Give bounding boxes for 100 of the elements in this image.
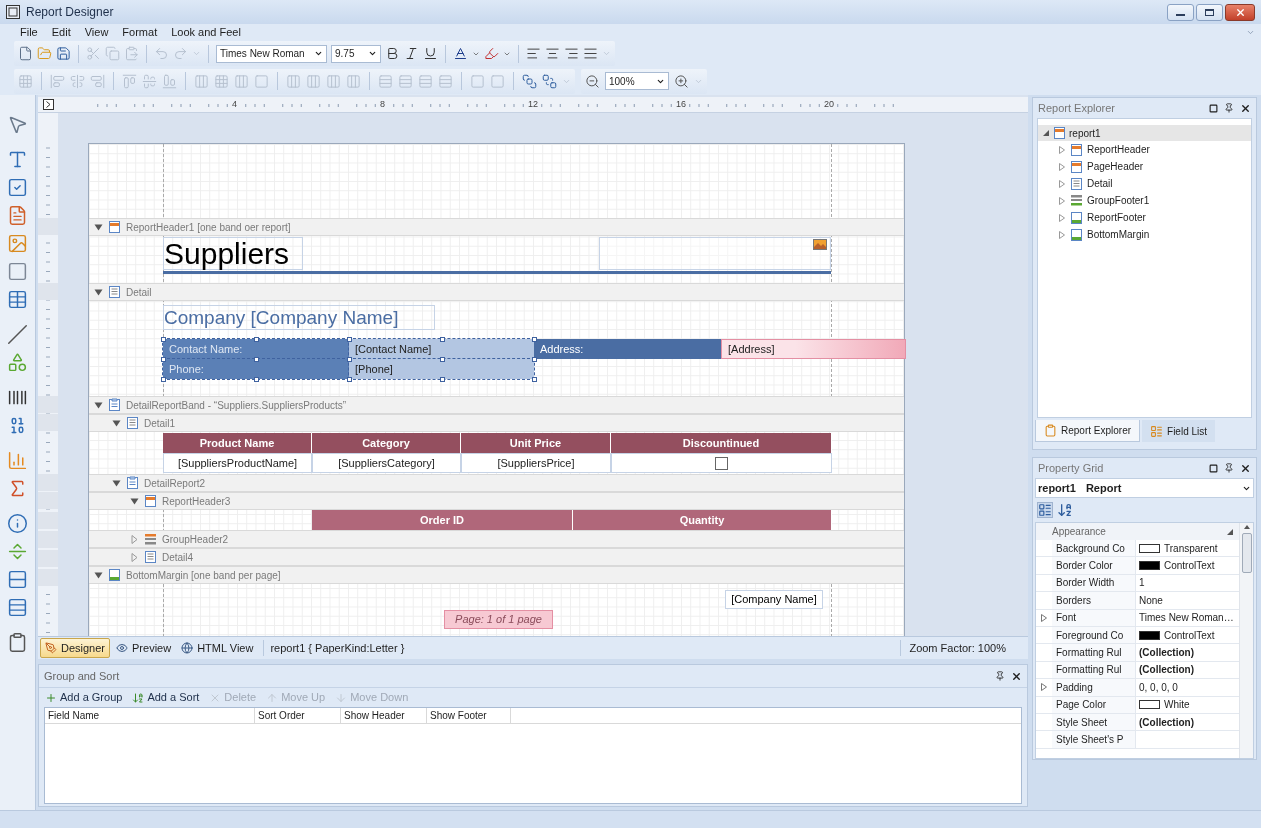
column-header[interactable]: Order ID	[312, 510, 573, 530]
menu-item[interactable]: File	[20, 26, 38, 38]
tree-item[interactable]: report1	[1038, 125, 1251, 141]
object-type: Report	[1085, 480, 1122, 496]
property-value[interactable]: ControlText	[1164, 558, 1215, 574]
ruler-label: 4	[232, 98, 237, 111]
table-cell[interactable]: [SuppliersCategory]	[312, 453, 461, 473]
property-value[interactable]: (Collection)	[1139, 714, 1194, 730]
column-header[interactable]: Field Name	[45, 708, 255, 723]
property-row[interactable]: Padding 0, 0, 0, 0	[1036, 679, 1239, 697]
band-header[interactable]: DetailReport2	[89, 474, 904, 492]
font-dropdown[interactable]: Times New Roman	[216, 44, 327, 63]
table-cell[interactable]: [Contact Name]	[349, 339, 534, 359]
property-name[interactable]: Padding	[1052, 679, 1136, 696]
band-label: DetailReport2	[144, 476, 206, 491]
column-header[interactable]: Category	[312, 433, 461, 453]
property-value[interactable]: 1	[1139, 575, 1145, 591]
property-value[interactable]: Transparent	[1164, 540, 1218, 556]
property-value[interactable]: White	[1164, 697, 1190, 713]
ruler-label: 20	[824, 98, 834, 111]
property-row[interactable]: Border Color ControlText	[1036, 557, 1239, 575]
tree-item[interactable]: PageHeader	[1038, 158, 1251, 175]
property-row[interactable]: Font Times New Roman…	[1036, 609, 1239, 627]
report-info: report1 { PaperKind:Letter }	[270, 640, 405, 656]
property-row[interactable]: Style Sheet (Collection)	[1036, 713, 1239, 732]
property-row[interactable]: Page Color White	[1036, 696, 1239, 714]
band-label: BottomMargin [one band per page]	[126, 568, 281, 583]
table-cell[interactable]: [SuppliersProductName]	[163, 453, 312, 473]
tree-item[interactable]: ReportHeader	[1038, 141, 1251, 158]
property-row[interactable]: Formatting Rul (Collection)	[1036, 644, 1239, 662]
property-value[interactable]: (Collection)	[1139, 662, 1194, 678]
ruler-label: 12	[528, 98, 538, 111]
band-label: GroupHeader2	[162, 532, 229, 547]
property-name[interactable]: Borders	[1052, 592, 1136, 609]
panel-tab[interactable]: Report Explorer	[1035, 420, 1141, 442]
property-row[interactable]: Border Width 1	[1036, 574, 1239, 593]
property-row[interactable]: Background Co Transparent	[1036, 540, 1239, 558]
toolbar-button[interactable]: Add a Group	[45, 689, 123, 706]
table-cell[interactable]: Address:	[534, 339, 721, 359]
window-title: Report Designer	[26, 4, 114, 21]
menu-item[interactable]: Look and Feel	[171, 26, 241, 38]
property-value[interactable]: Times New Roman…	[1139, 610, 1234, 626]
column-header[interactable]: Show Footer	[427, 708, 511, 723]
designer-tab[interactable]: HTML View	[177, 638, 258, 658]
property-name[interactable]: Border Color	[1052, 557, 1136, 574]
band-label: DetailReportBand - “Suppliers.SuppliersProducts”	[126, 398, 347, 413]
property-name[interactable]: Formatting Rul	[1052, 644, 1136, 661]
property-value[interactable]: None	[1139, 592, 1163, 608]
band-header[interactable]: BottomMargin [one band per page]	[89, 566, 904, 584]
panel-title: Group and Sort	[44, 668, 120, 684]
property-row[interactable]: Style Sheet's P	[1036, 731, 1239, 749]
column-header[interactable]: Discountinued	[611, 433, 832, 453]
tree-item[interactable]: BottomMargin	[1038, 226, 1251, 243]
designer-tab[interactable]: Preview	[112, 638, 176, 658]
property-row[interactable]: Formatting Rul (Collection)	[1036, 661, 1239, 680]
zoom-dropdown[interactable]: 100%	[605, 72, 669, 90]
band-header[interactable]: DetailReportBand - “Suppliers.SuppliersProducts”	[89, 396, 904, 414]
panel-title: Report Explorer	[1038, 100, 1116, 116]
band-header[interactable]: Detail4	[89, 548, 904, 566]
company-heading[interactable]: Company [Company Name]	[163, 305, 435, 330]
band-header[interactable]: ReportHeader1 [one band oer report]	[89, 218, 904, 236]
page-info-field[interactable]: Page: 1 of 1 page	[444, 610, 553, 629]
property-row[interactable]: Borders None	[1036, 592, 1239, 610]
property-name[interactable]: Style Sheet's P	[1052, 731, 1136, 748]
panel-title: Property Grid	[1038, 460, 1104, 476]
table-cell[interactable]: [Address]	[721, 339, 906, 359]
property-row[interactable]: Foreground Co ControlText	[1036, 626, 1239, 645]
object-selector[interactable]: report1 Report	[1035, 478, 1254, 498]
object-name: report1	[1038, 480, 1076, 496]
ruler-label: 8	[380, 98, 385, 111]
table-cell[interactable]: [SuppliersPrice]	[461, 453, 611, 473]
tree-item[interactable]: Detail	[1038, 175, 1251, 192]
toolbar-button[interactable]: Add a Sort	[132, 689, 200, 706]
menu-item[interactable]: Format	[122, 26, 158, 38]
menu-item[interactable]: View	[84, 26, 109, 38]
band-header[interactable]: GroupHeader2	[89, 530, 904, 548]
band-header[interactable]: Detail1	[89, 414, 904, 432]
column-header[interactable]: Show Header	[341, 708, 427, 723]
band-header[interactable]: ReportHeader3	[89, 492, 904, 510]
column-header[interactable]: Unit Price	[461, 433, 611, 453]
report-title[interactable]: Suppliers	[163, 237, 303, 270]
table-cell[interactable]: [Phone]	[349, 359, 534, 379]
tree-item[interactable]: GroupFooter1	[1038, 192, 1251, 209]
designer-tab[interactable]: Designer	[40, 638, 111, 658]
company-name-field[interactable]: [Company Name]	[725, 590, 823, 609]
band-label: Detail	[126, 285, 152, 300]
band-label: ReportHeader1 [one band oer report]	[126, 220, 291, 235]
property-value[interactable]: (Collection)	[1139, 645, 1194, 661]
band-header[interactable]: Detail	[89, 283, 904, 301]
menu-item[interactable]: Edit	[51, 26, 71, 38]
property-name[interactable]: Background Co	[1052, 540, 1136, 557]
column-header[interactable]: Quantity	[573, 510, 832, 530]
column-header[interactable]: Product Name	[163, 433, 312, 453]
panel-tab[interactable]: Field List	[1142, 420, 1216, 442]
font-size-dropdown[interactable]: 9.75	[331, 44, 381, 63]
band-label: Detail1	[144, 416, 176, 431]
tree-item[interactable]: ReportFooter	[1038, 209, 1251, 226]
property-value[interactable]: 0, 0, 0, 0	[1139, 679, 1178, 695]
column-header[interactable]: Sort Order	[255, 708, 341, 723]
property-value[interactable]: ControlText	[1164, 627, 1215, 643]
